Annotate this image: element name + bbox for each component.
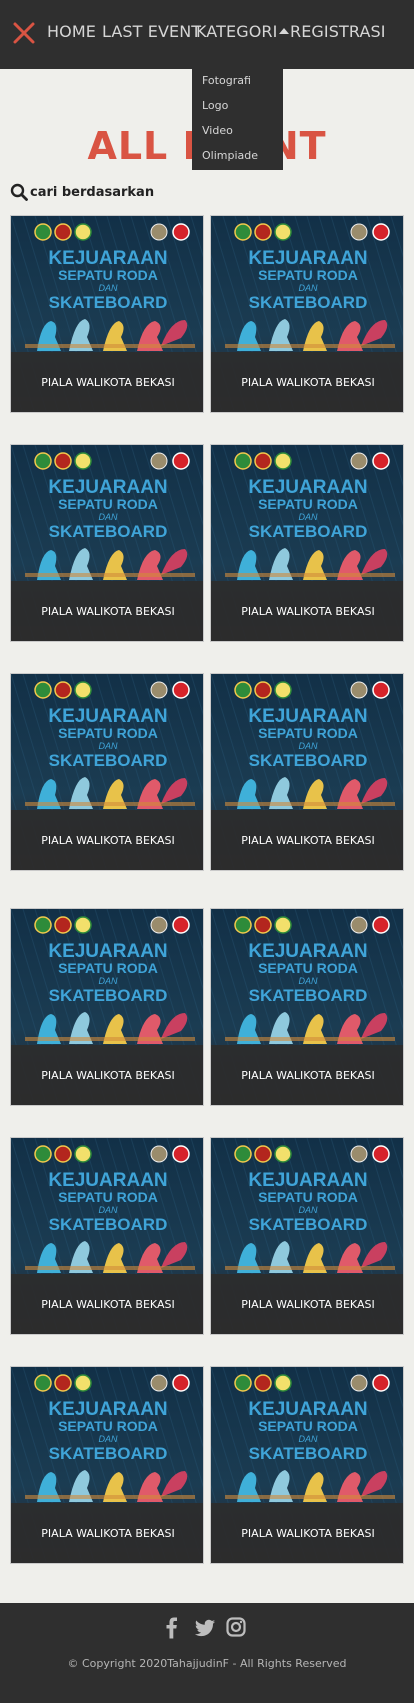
svg-text:SEPATU RODA: SEPATU RODA [258,1189,358,1205]
svg-text:SKATEBOARD: SKATEBOARD [49,293,168,312]
event-card[interactable]: KEJUARAAN SEPATU RODA DAN SKATEBOARD PIALA W… [10,1137,204,1335]
svg-text:DAN: DAN [298,741,318,751]
event-card[interactable]: KEJUARAAN SEPATU RODA DAN SKATEBOARD PIALA W… [10,673,204,871]
event-card-title: PIALA WALIKOTA BEKASI [211,352,403,412]
copyright: © Copyright 2020TahajjudinF - All Rights… [67,1657,347,1670]
navbar: HOME LAST EVENT KATEGORI REGISTRASI [0,0,414,69]
svg-text:SEPATU RODA: SEPATU RODA [58,960,158,976]
svg-text:KEJUARAAN: KEJUARAAN [248,1399,367,1420]
svg-text:KEJUARAAN: KEJUARAAN [48,1170,167,1191]
svg-text:KEJUARAAN: KEJUARAAN [248,706,367,727]
dropdown-item-fotografi[interactable]: Fotografi [202,74,251,87]
svg-text:SKATEBOARD: SKATEBOARD [49,751,168,770]
svg-text:SKATEBOARD: SKATEBOARD [49,986,168,1005]
svg-text:SEPATU RODA: SEPATU RODA [58,725,158,741]
svg-text:KEJUARAAN: KEJUARAAN [48,248,167,269]
svg-text:SEPATU RODA: SEPATU RODA [58,496,158,512]
svg-text:KEJUARAAN: KEJUARAAN [48,477,167,498]
svg-text:SKATEBOARD: SKATEBOARD [49,1215,168,1234]
event-card[interactable]: KEJUARAAN SEPATU RODA DAN SKATEBOARD PIALA W… [210,908,404,1106]
event-card-title: PIALA WALIKOTA BEKASI [211,1274,403,1334]
twitter-icon[interactable] [194,1617,216,1639]
svg-text:KEJUARAAN: KEJUARAAN [248,477,367,498]
instagram-icon[interactable] [226,1617,246,1637]
event-card-title: PIALA WALIKOTA BEKASI [11,1274,203,1334]
caret-up-icon [279,28,290,34]
event-card[interactable]: KEJUARAAN SEPATU RODA DAN SKATEBOARD PIALA W… [210,1366,404,1564]
svg-text:SEPATU RODA: SEPATU RODA [58,1418,158,1434]
svg-text:DAN: DAN [98,1434,118,1444]
svg-text:KEJUARAAN: KEJUARAAN [248,941,367,962]
event-card-title: PIALA WALIKOTA BEKASI [211,581,403,641]
svg-text:SEPATU RODA: SEPATU RODA [58,267,158,283]
svg-text:KEJUARAAN: KEJUARAAN [248,1170,367,1191]
event-card[interactable]: KEJUARAAN SEPATU RODA DAN SKATEBOARD PIALA W… [10,444,204,642]
dropdown-item-video[interactable]: Video [202,124,233,137]
svg-text:SEPATU RODA: SEPATU RODA [258,725,358,741]
event-card-title: PIALA WALIKOTA BEKASI [11,352,203,412]
svg-text:KEJUARAAN: KEJUARAAN [48,706,167,727]
svg-text:DAN: DAN [98,976,118,986]
svg-text:DAN: DAN [298,512,318,522]
svg-text:DAN: DAN [98,283,118,293]
svg-text:SEPATU RODA: SEPATU RODA [258,960,358,976]
svg-text:DAN: DAN [98,1205,118,1215]
svg-text:SKATEBOARD: SKATEBOARD [49,522,168,541]
svg-text:SEPATU RODA: SEPATU RODA [58,1189,158,1205]
nav-registrasi[interactable]: REGISTRASI [290,22,386,41]
svg-text:SKATEBOARD: SKATEBOARD [249,522,368,541]
search-icon [10,183,28,201]
svg-text:SEPATU RODA: SEPATU RODA [258,267,358,283]
svg-text:SKATEBOARD: SKATEBOARD [49,1444,168,1463]
svg-text:SKATEBOARD: SKATEBOARD [249,986,368,1005]
event-card-title: PIALA WALIKOTA BEKASI [11,1503,203,1563]
facebook-icon[interactable] [163,1617,181,1639]
event-card-title: PIALA WALIKOTA BEKASI [11,581,203,641]
close-icon[interactable] [12,21,36,45]
event-card[interactable]: KEJUARAAN SEPATU RODA DAN SKATEBOARD PIALA W… [210,215,404,413]
svg-text:KEJUARAAN: KEJUARAAN [248,248,367,269]
svg-text:KEJUARAAN: KEJUARAAN [48,941,167,962]
nav-home[interactable]: HOME [47,22,96,41]
svg-text:DAN: DAN [298,283,318,293]
event-card-title: PIALA WALIKOTA BEKASI [211,810,403,870]
kategori-dropdown: Fotografi Logo Video Olimpiade [192,69,283,170]
nav-kategori[interactable]: KATEGORI [196,22,290,41]
event-card[interactable]: KEJUARAAN SEPATU RODA DAN SKATEBOARD PIALA W… [210,673,404,871]
event-card-title: PIALA WALIKOTA BEKASI [211,1045,403,1105]
svg-text:DAN: DAN [298,1205,318,1215]
svg-text:SEPATU RODA: SEPATU RODA [258,496,358,512]
event-card-title: PIALA WALIKOTA BEKASI [11,810,203,870]
svg-text:DAN: DAN [298,1434,318,1444]
event-card[interactable]: KEJUARAAN SEPATU RODA DAN SKATEBOARD PIALA W… [10,215,204,413]
search-label: cari berdasarkan [30,184,155,200]
event-card[interactable]: KEJUARAAN SEPATU RODA DAN SKATEBOARD PIALA W… [210,444,404,642]
nav-last-event[interactable]: LAST EVENT [102,22,201,41]
search-toggle[interactable]: cari berdasarkan [10,183,154,201]
event-card[interactable]: KEJUARAAN SEPATU RODA DAN SKATEBOARD PIALA W… [10,1366,204,1564]
svg-text:SKATEBOARD: SKATEBOARD [249,1215,368,1234]
event-card-title: PIALA WALIKOTA BEKASI [211,1503,403,1563]
svg-text:KEJUARAAN: KEJUARAAN [48,1399,167,1420]
svg-text:SKATEBOARD: SKATEBOARD [249,751,368,770]
event-card[interactable]: KEJUARAAN SEPATU RODA DAN SKATEBOARD PIALA W… [10,908,204,1106]
svg-text:DAN: DAN [98,741,118,751]
svg-text:SKATEBOARD: SKATEBOARD [249,1444,368,1463]
svg-text:SEPATU RODA: SEPATU RODA [258,1418,358,1434]
footer: © Copyright 2020TahajjudinF - All Rights… [0,1603,414,1703]
dropdown-item-olimpiade[interactable]: Olimpiade [202,149,258,162]
event-card[interactable]: KEJUARAAN SEPATU RODA DAN SKATEBOARD PIALA W… [210,1137,404,1335]
svg-text:DAN: DAN [98,512,118,522]
svg-text:DAN: DAN [298,976,318,986]
event-card-title: PIALA WALIKOTA BEKASI [11,1045,203,1105]
nav-kategori-label: KATEGORI [196,22,278,41]
svg-text:SKATEBOARD: SKATEBOARD [249,293,368,312]
dropdown-item-logo[interactable]: Logo [202,99,228,112]
